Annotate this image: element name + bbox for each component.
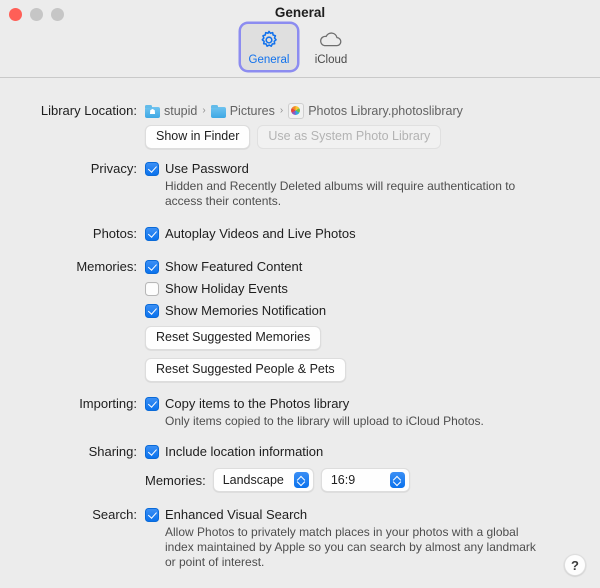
library-buttons: Show in Finder Use as System Photo Libra… bbox=[145, 125, 442, 149]
sharing-label: Sharing: bbox=[88, 444, 137, 459]
breadcrumb-label-library: Photos Library.photoslibrary bbox=[308, 104, 463, 118]
use-password-checkbox-row[interactable]: Use Password bbox=[145, 161, 249, 177]
include-location-label: Include location information bbox=[165, 444, 324, 459]
window-title: General bbox=[274, 5, 326, 20]
breadcrumb-label-home: stupid bbox=[164, 104, 198, 118]
tab-icloud[interactable]: iCloud bbox=[303, 24, 359, 70]
row-memories: Memories: Show Featured Content Show Hol… bbox=[0, 259, 600, 382]
help-button[interactable]: ? bbox=[564, 554, 586, 576]
show-holiday-events-row[interactable]: Show Holiday Events bbox=[145, 281, 288, 297]
include-location-checkbox[interactable] bbox=[145, 445, 159, 459]
show-featured-content-row[interactable]: Show Featured Content bbox=[145, 259, 302, 275]
enhanced-visual-search-label: Enhanced Visual Search bbox=[165, 507, 308, 522]
show-in-finder-button[interactable]: Show in Finder bbox=[145, 125, 251, 149]
privacy-hint: Hidden and Recently Deleted albums will … bbox=[165, 179, 516, 208]
reset-suggested-memories-button[interactable]: Reset Suggested Memories bbox=[145, 326, 322, 350]
row-importing: Importing: Copy items to the Photos libr… bbox=[0, 396, 600, 429]
breadcrumb-item-library[interactable]: Photos Library.photoslibrary bbox=[288, 103, 463, 119]
use-password-checkbox[interactable] bbox=[145, 162, 159, 176]
breadcrumb-separator-2: › bbox=[279, 105, 284, 116]
breadcrumb-label-pictures: Pictures bbox=[229, 104, 275, 118]
use-password-label: Use Password bbox=[165, 161, 249, 176]
reset-suggested-people-pets-button[interactable]: Reset Suggested People & Pets bbox=[145, 358, 346, 382]
include-location-checkbox-row[interactable]: Include location information bbox=[145, 444, 323, 460]
title-bar: General General iCloud bbox=[0, 0, 600, 78]
cloud-icon bbox=[318, 28, 344, 52]
show-holiday-events-label: Show Holiday Events bbox=[165, 281, 288, 296]
breadcrumb: ☗ stupid › Pictures › Photos Library.pho… bbox=[145, 103, 463, 119]
autoplay-checkbox[interactable] bbox=[145, 227, 159, 241]
row-photos: Photos: Autoplay Videos and Live Photos bbox=[0, 226, 600, 242]
row-sharing: Sharing: Include location information Me… bbox=[0, 444, 600, 492]
use-as-system-photo-library-button[interactable]: Use as System Photo Library bbox=[257, 125, 442, 149]
copy-items-checkbox[interactable] bbox=[145, 397, 159, 411]
sharing-memories-label: Memories: bbox=[145, 472, 206, 488]
breadcrumb-item-pictures[interactable]: Pictures bbox=[210, 103, 275, 119]
importing-hint: Only items copied to the library will up… bbox=[165, 414, 484, 428]
orientation-popup-button[interactable]: Landscape bbox=[212, 468, 314, 492]
autoplay-checkbox-row[interactable]: Autoplay Videos and Live Photos bbox=[145, 226, 356, 242]
privacy-label: Privacy: bbox=[90, 161, 137, 176]
copy-items-checkbox-row[interactable]: Copy items to the Photos library bbox=[145, 396, 349, 412]
importing-label: Importing: bbox=[79, 396, 137, 411]
show-holiday-events-checkbox[interactable] bbox=[145, 282, 159, 296]
show-memories-notification-checkbox[interactable] bbox=[145, 304, 159, 318]
tab-general-label: General bbox=[248, 54, 290, 66]
sharing-memories-row: Memories: Landscape 16:9 bbox=[145, 468, 410, 492]
home-folder-icon: ☗ bbox=[145, 104, 160, 118]
chevron-up-down-icon bbox=[389, 472, 405, 488]
show-memories-notification-label: Show Memories Notification bbox=[165, 303, 327, 318]
search-label: Search: bbox=[92, 507, 137, 522]
tab-icloud-label: iCloud bbox=[314, 54, 348, 66]
enhanced-visual-search-checkbox[interactable] bbox=[145, 508, 159, 522]
breadcrumb-item-home[interactable]: ☗ stupid bbox=[145, 103, 197, 119]
chevron-up-down-icon bbox=[293, 472, 309, 488]
autoplay-label: Autoplay Videos and Live Photos bbox=[165, 226, 356, 241]
show-featured-content-label: Show Featured Content bbox=[165, 259, 303, 274]
row-search: Search: Enhanced Visual Search Allow Pho… bbox=[0, 507, 600, 570]
orientation-value: Landscape bbox=[222, 473, 284, 487]
show-memories-notification-row[interactable]: Show Memories Notification bbox=[145, 303, 326, 319]
show-featured-content-checkbox[interactable] bbox=[145, 260, 159, 274]
preferences-content: Library Location: ☗ stupid › Pictures › … bbox=[0, 78, 600, 588]
photos-label: Photos: bbox=[92, 226, 137, 241]
preferences-toolbar: General iCloud bbox=[0, 24, 600, 70]
tab-general[interactable]: General bbox=[241, 24, 297, 70]
breadcrumb-separator-1: › bbox=[202, 105, 206, 116]
aspect-ratio-value: 16:9 bbox=[330, 473, 356, 487]
gear-icon bbox=[258, 28, 280, 52]
row-privacy: Privacy: Use Password Hidden and Recentl… bbox=[0, 161, 600, 209]
folder-icon bbox=[210, 104, 226, 118]
memories-label: Memories: bbox=[76, 259, 137, 274]
copy-items-label: Copy items to the Photos library bbox=[165, 396, 350, 411]
library-location-label: Library Location: bbox=[40, 103, 137, 118]
search-hint: Allow Photos to privately match places i… bbox=[165, 525, 536, 569]
aspect-ratio-popup-button[interactable]: 16:9 bbox=[320, 468, 410, 492]
enhanced-visual-search-row[interactable]: Enhanced Visual Search bbox=[145, 507, 307, 523]
photos-library-icon bbox=[288, 103, 305, 119]
row-library-location: Library Location: ☗ stupid › Pictures › … bbox=[0, 103, 600, 149]
photos-preferences-window: General General iCloud Library Location:… bbox=[0, 0, 600, 588]
